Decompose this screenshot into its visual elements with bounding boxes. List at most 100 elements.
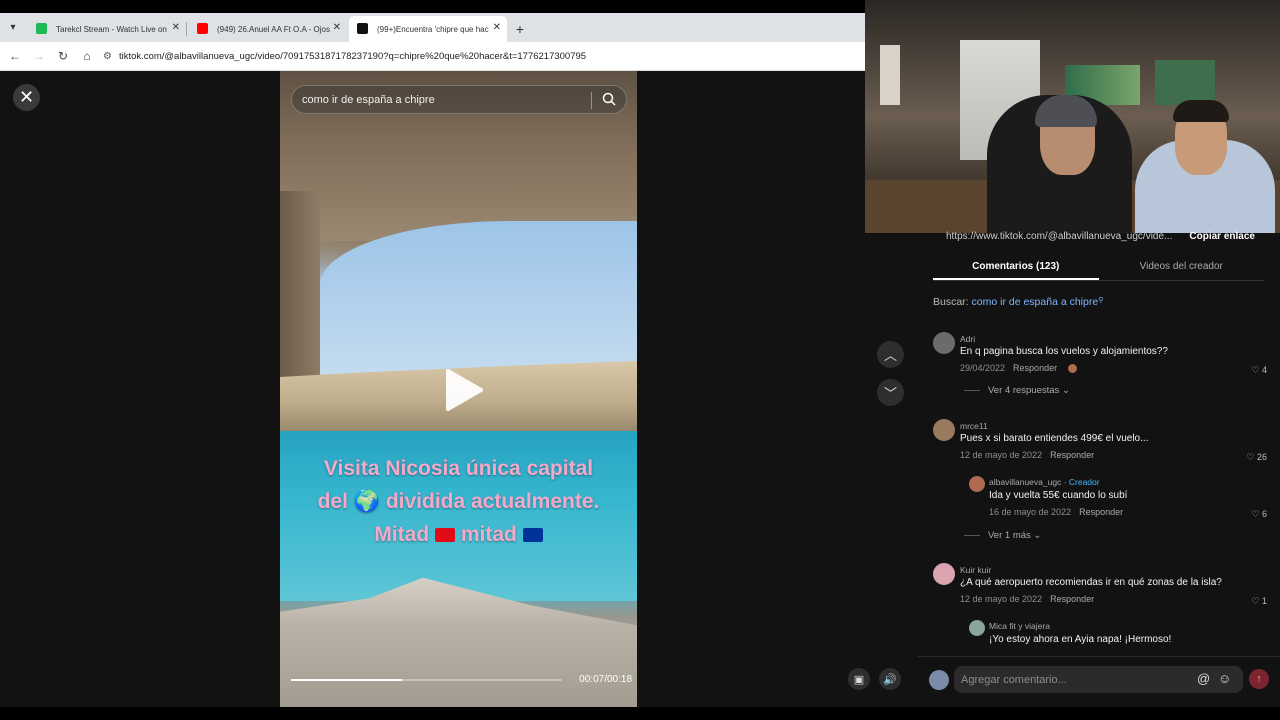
- site-info-icon[interactable]: ⚙: [103, 51, 119, 62]
- screen: ▾ Tarekcl Stream - Watch Live on ✕ (949)…: [0, 0, 1280, 720]
- avatar[interactable]: [933, 332, 955, 354]
- comment-meta: 12 de mayo de 2022 Responder: [960, 450, 1094, 460]
- avatar[interactable]: [969, 620, 985, 636]
- comment-text: ¿A qué aeropuerto recomiendas ir en qué …: [960, 577, 1222, 588]
- comment-meta: 16 de mayo de 2022 Responder: [989, 507, 1123, 517]
- video-scene-sky: [320, 221, 637, 381]
- comment-text: ¡Yo estoy ahora en Ayia napa! ¡Hermoso!: [989, 634, 1172, 645]
- tab-title: Tarekcl Stream - Watch Live on: [56, 24, 167, 34]
- caption-line-3b: mitad: [460, 523, 517, 546]
- comment-username[interactable]: mrce11: [960, 421, 988, 431]
- reply-item: Mica fit y viajera ¡Yo estoy ahora en Ay…: [932, 620, 1267, 654]
- eu-flag-icon: [522, 528, 543, 543]
- panel-tabs: Comentarios (123) Videos del creador: [933, 256, 1264, 281]
- reply-button[interactable]: Responder: [1050, 450, 1094, 460]
- reply-button[interactable]: Responder: [1013, 363, 1057, 373]
- like-count: 4: [1261, 365, 1267, 375]
- reply-item: albavillanueva_ugc · Creador Ida y vuelt…: [932, 476, 1267, 544]
- comment-username[interactable]: Kuir kuir: [960, 565, 991, 575]
- caption-line-3a: Mitad: [374, 523, 430, 546]
- search-suggestion[interactable]: Buscar: como ir de españa a chipre⚲: [933, 296, 1103, 308]
- like-button[interactable]: ♡ 1: [1251, 596, 1267, 607]
- avatar[interactable]: [933, 563, 955, 585]
- youtube-favicon-icon: [197, 23, 208, 34]
- comment-username[interactable]: Adri: [960, 334, 975, 344]
- close-icon[interactable]: ✕: [13, 84, 40, 111]
- heart-icon: ♡: [1251, 365, 1260, 375]
- like-count: 26: [1256, 452, 1267, 462]
- reply-button[interactable]: Responder: [1079, 507, 1123, 517]
- new-tab-plus-icon[interactable]: +: [507, 16, 533, 42]
- reload-icon[interactable]: ↻: [51, 44, 75, 68]
- creator-badge: · Creador: [1063, 477, 1100, 487]
- webcam-window: [880, 45, 900, 105]
- video-search-text: como ir de españa a chipre: [302, 93, 435, 106]
- webcam-overlay: [865, 0, 1280, 233]
- browser-tab-3-active[interactable]: (99+)Encuentra 'chipre que hac ✕: [349, 16, 507, 42]
- comment-username[interactable]: Mica fit y viajera: [989, 621, 1050, 631]
- send-arrow-up-icon[interactable]: ↑: [1249, 669, 1269, 689]
- video-search-bar[interactable]: como ir de españa a chipre: [291, 85, 627, 114]
- comment-meta: 12 de mayo de 2022 Responder: [960, 594, 1094, 604]
- comment-date: 12 de mayo de 2022: [960, 450, 1043, 460]
- video-progress-fill: [291, 679, 403, 681]
- copy-link-button[interactable]: Copiar enlace: [1189, 231, 1263, 242]
- close-tab-icon[interactable]: ✕: [493, 22, 501, 33]
- video-progress-bar[interactable]: [291, 679, 562, 681]
- comment-text: Pues x si barato entiendes 499€ el vuelo…: [960, 433, 1149, 444]
- address-bar[interactable]: ⚙ tiktok.com/@albavillanueva_ugc/video/7…: [103, 45, 857, 67]
- close-tab-icon[interactable]: ✕: [172, 22, 180, 33]
- tab-search-chevron-icon[interactable]: ▾: [0, 13, 26, 42]
- tab-creator-videos[interactable]: Videos del creador: [1099, 256, 1265, 280]
- mention-icon[interactable]: @: [1197, 671, 1210, 686]
- search-icon[interactable]: [602, 92, 616, 106]
- picture-in-picture-icon[interactable]: ▣: [848, 668, 870, 690]
- creator-liked-avatar-icon: [1067, 364, 1077, 374]
- search-query-link[interactable]: como ir de españa a chipre: [972, 296, 1099, 308]
- view-more-label: Ver 1 más: [988, 530, 1031, 541]
- comment-text: Ida y vuelta 55€ cuando lo subí: [989, 490, 1128, 501]
- like-button[interactable]: ♡ 26: [1246, 452, 1267, 463]
- tab-separator: [186, 22, 187, 36]
- comment-meta: 29/04/2022 Responder: [960, 363, 1077, 374]
- play-icon[interactable]: [444, 368, 484, 412]
- search-icon: ⚲: [1098, 297, 1104, 304]
- close-tab-icon[interactable]: ✕: [333, 22, 341, 33]
- previous-video-chevron-up-icon[interactable]: ︿: [877, 341, 904, 368]
- next-video-chevron-down-icon[interactable]: ﹀: [877, 379, 904, 406]
- like-button[interactable]: ♡ 6: [1251, 509, 1267, 520]
- search-label: Buscar:: [933, 296, 969, 308]
- caption-line-2a: del: [317, 490, 348, 513]
- tab-comments[interactable]: Comentarios (123): [933, 256, 1099, 280]
- heart-icon: ♡: [1251, 509, 1260, 519]
- emoji-icon[interactable]: ☺: [1218, 671, 1231, 686]
- browser-tab-2[interactable]: (949) 26.Anuel AA Ft O.A - Ojos ✕: [189, 16, 347, 42]
- tiktok-favicon-icon: [357, 23, 368, 34]
- browser-tab-strip: ▾ Tarekcl Stream - Watch Live on ✕ (949)…: [0, 13, 865, 42]
- share-url: https://www.tiktok.com/@albavillanueva_u…: [946, 230, 1173, 242]
- volume-icon[interactable]: 🔊: [879, 668, 901, 690]
- forward-arrow-icon[interactable]: →: [27, 44, 51, 68]
- bottom-strip: [0, 707, 1280, 720]
- comment-item: Kuir kuir ¿A qué aeropuerto recomiendas …: [932, 563, 1267, 607]
- comment-date: 29/04/2022: [960, 363, 1006, 373]
- comment-date: 12 de mayo de 2022: [960, 594, 1043, 604]
- video-caption: Visita Nicosia única capital del 🌍 divid…: [290, 452, 627, 551]
- caption-line-1: Visita Nicosia única capital: [323, 457, 594, 480]
- back-arrow-icon[interactable]: ←: [3, 44, 27, 68]
- comment-text: En q pagina busca los vuelos y alojamien…: [960, 346, 1168, 357]
- comment-input-placeholder: Agregar comentario...: [961, 673, 1067, 686]
- like-button[interactable]: ♡ 4: [1251, 365, 1267, 376]
- avatar[interactable]: [933, 419, 955, 441]
- like-count: 6: [1261, 509, 1267, 519]
- comment-item: mrce11 Pues x si barato entiendes 499€ e…: [932, 419, 1267, 463]
- view-more-replies-button[interactable]: Ver 1 más ⌄: [964, 530, 1041, 541]
- tab-title: (99+)Encuentra 'chipre que hac: [377, 24, 489, 34]
- comment-username[interactable]: albavillanueva_ugc · Creador: [989, 477, 1100, 487]
- browser-tab-1[interactable]: Tarekcl Stream - Watch Live on ✕: [28, 16, 186, 42]
- avatar[interactable]: [969, 476, 985, 492]
- reply-button[interactable]: Responder: [1050, 594, 1094, 604]
- video-time: 00:07/00:18: [579, 674, 632, 685]
- home-icon[interactable]: ⌂: [75, 44, 99, 68]
- view-replies-button[interactable]: Ver 4 respuestas ⌄: [964, 385, 1070, 396]
